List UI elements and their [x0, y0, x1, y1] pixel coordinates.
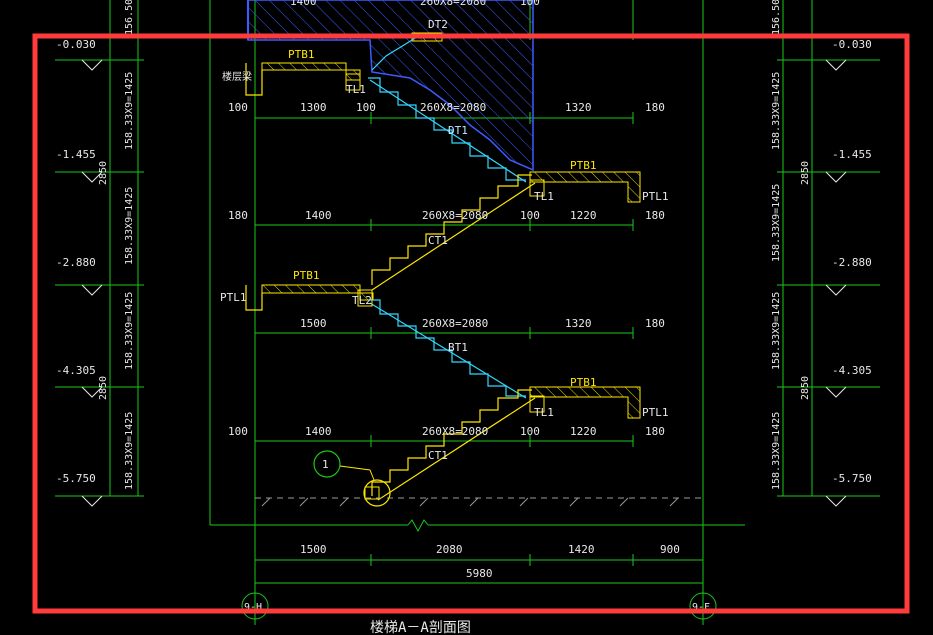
dimension-label: 1500: [300, 543, 327, 556]
dimension-label: 260X8=2080: [422, 317, 488, 330]
elevation-label: -0.030: [56, 38, 96, 51]
dimension-label: 1400: [305, 209, 332, 222]
floor-height-label: 2850: [98, 376, 109, 400]
dimension-label: 260X8=2080: [420, 0, 486, 8]
detail-callout-number: 1: [322, 458, 329, 471]
dimension-label: 100: [520, 209, 540, 222]
dimension-label: 1300: [300, 101, 327, 114]
drawing-title: 楼梯A－A剖面图: [370, 620, 471, 635]
dimension-label: 100: [520, 0, 540, 8]
elevation-label: -2.880: [56, 256, 96, 269]
dimension-label: 1400: [305, 425, 332, 438]
cad-section-drawing: -0.030 -1.455 -2.880 -4.305 -5.750 -0.03…: [32, 0, 910, 635]
dimension-label: 1420: [568, 543, 595, 556]
dimension-label: 5980: [466, 567, 493, 580]
elevation-label: -4.305: [56, 364, 96, 377]
flight-label: DT1: [448, 124, 468, 137]
dimension-label: 1220: [570, 209, 597, 222]
elevation-label: -1.455: [832, 148, 872, 161]
flight-label: CT1: [428, 449, 448, 462]
elevation-label: -5.750: [832, 472, 872, 485]
beam-label: PTL1: [642, 190, 669, 203]
flight-label: CT1: [428, 234, 448, 247]
dimension-label: 260X8=2080: [422, 425, 488, 438]
dimension-label: 100: [520, 425, 540, 438]
dimension-label: 180: [645, 101, 665, 114]
riser-label: 158.33X9=1425: [771, 292, 782, 370]
floor-height-label: 2850: [800, 376, 811, 400]
riser-label: 156.50X9-: [771, 0, 782, 35]
dimension-label: 900: [660, 543, 680, 556]
beam-label: PTL1: [220, 291, 247, 304]
dimension-label: 100: [356, 101, 376, 114]
beam-label: TL1: [346, 83, 366, 96]
note-label: 楼层梁: [222, 70, 252, 83]
dimension-label: 1320: [565, 101, 592, 114]
riser-label: 158.33X9=1425: [771, 412, 782, 490]
elevation-label: -2.880: [832, 256, 872, 269]
slab-label: PTB1: [570, 159, 597, 172]
riser-label: 158.33X9=1425: [771, 184, 782, 262]
slab-label: PTB1: [293, 269, 320, 282]
dimension-label: 1220: [570, 425, 597, 438]
dimension-label: 260X8=2080: [420, 101, 486, 114]
elevation-label: -5.750: [56, 472, 96, 485]
ground-hatch: [255, 497, 703, 507]
dimension-label: 180: [645, 425, 665, 438]
slab-label: PTB1: [570, 376, 597, 389]
dimension-label: 180: [228, 209, 248, 222]
dimension-label: 260X8=2080: [422, 209, 488, 222]
slab-label: PTB1: [288, 48, 315, 61]
dimension-label: 2080: [436, 543, 463, 556]
landing-outlines: [245, 63, 263, 311]
dimension-label: 100: [228, 101, 248, 114]
riser-label: 158.33X9=1425: [124, 72, 135, 150]
dimension-label: 1500: [300, 317, 327, 330]
beam-label: TL1: [534, 406, 554, 419]
upper-flight-hatch: [247, 0, 534, 172]
elevation-label: -1.455: [56, 148, 96, 161]
dimension-label: 100: [228, 425, 248, 438]
dimension-label: 1400: [290, 0, 317, 8]
riser-label: 158.33X9=1425: [771, 72, 782, 150]
beam-label: TL1: [534, 190, 554, 203]
dimension-label: 1320: [565, 317, 592, 330]
beam-label: TL2: [352, 294, 372, 307]
elevation-label: -0.030: [832, 38, 872, 51]
dimension-label: 180: [645, 209, 665, 222]
riser-label: 158.33X9=1425: [124, 187, 135, 265]
riser-label: 158.33X9=1425: [124, 292, 135, 370]
riser-label: 158.33X9=1425: [124, 412, 135, 490]
floor-height-label: 2850: [800, 161, 811, 185]
flight-label: DT2: [428, 18, 448, 31]
beam-label: PTL1: [642, 406, 669, 419]
dimension-label: 180: [645, 317, 665, 330]
flight-label: BT1: [448, 341, 468, 354]
floor-height-label: 2850: [98, 161, 109, 185]
riser-label: 156.50X9-: [124, 0, 135, 35]
elevation-label: -4.305: [832, 364, 872, 377]
